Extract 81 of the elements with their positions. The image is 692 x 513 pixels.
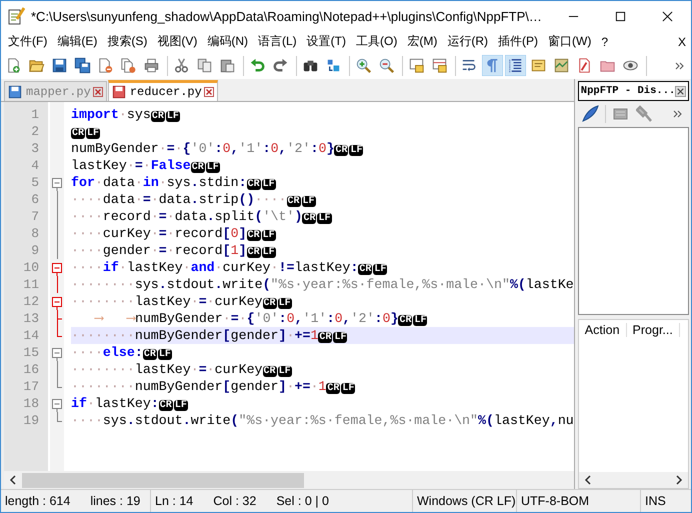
more-icon[interactable] bbox=[675, 60, 685, 70]
code-line: import·sysCR LF bbox=[71, 106, 181, 123]
quill-icon[interactable] bbox=[580, 105, 599, 123]
line-number: 9 bbox=[30, 242, 40, 259]
code-line: for·data·in·sys.stdin:CR LF bbox=[71, 174, 277, 191]
code-line: ····record·=·data.split('\t')CR LF bbox=[71, 208, 332, 225]
line-number: 19 bbox=[22, 412, 40, 429]
save-all-icon[interactable] bbox=[72, 55, 93, 76]
panel-title: NppFTP - Dis... bbox=[580, 85, 676, 97]
menu-item[interactable]: 运行(R) bbox=[442, 33, 493, 50]
length-status: length : 614 bbox=[5, 494, 70, 508]
floppy-icon bbox=[8, 84, 22, 98]
menu-item[interactable]: 编码(N) bbox=[202, 33, 253, 50]
line-number: 12 bbox=[22, 293, 40, 310]
column-header[interactable]: Action bbox=[578, 323, 627, 337]
menu-item[interactable]: 工具(O) bbox=[351, 33, 402, 50]
eol-status: Windows (CR LF) bbox=[417, 494, 516, 508]
line-number: 10 bbox=[22, 259, 40, 276]
menu-item[interactable]: 设置(T) bbox=[302, 33, 351, 50]
line-number: 7 bbox=[30, 208, 40, 225]
queue-list[interactable]: Action Progr... bbox=[578, 319, 690, 489]
maximize-icon[interactable] bbox=[615, 10, 626, 22]
menu-item[interactable]: 语言(L) bbox=[253, 33, 302, 50]
file-tab[interactable]: reducer.py bbox=[108, 80, 218, 101]
code-line: ····gender·=·record[1]CR LF bbox=[71, 242, 277, 259]
floppy-icon bbox=[112, 85, 126, 99]
code-line: ········numByGender[gender]·+=·1CR LF bbox=[71, 378, 356, 395]
code-line: ····sys.stdout.write("%s·year:%s·female,%s·male·\n"%(lastKey,nu bbox=[71, 412, 574, 429]
close-icon[interactable] bbox=[675, 86, 686, 96]
scrollbar-thumb[interactable] bbox=[22, 472, 304, 488]
line-number: 6 bbox=[30, 191, 40, 208]
column-status: Col : 32 bbox=[213, 494, 256, 508]
code-line: ········lastKey·=·curKeyCR LF bbox=[71, 361, 293, 378]
line-number: 8 bbox=[30, 225, 40, 242]
code-line: lastKey·=·FalseCR LF bbox=[71, 157, 221, 174]
line-number: 17 bbox=[22, 378, 40, 395]
code-line: CR LF bbox=[71, 127, 102, 140]
menu-item[interactable]: 编辑(E) bbox=[52, 33, 102, 50]
code-line: numByGender·=·{'0':0,'1':0,'2':0}CR LF bbox=[71, 140, 364, 157]
line-number: 14 bbox=[22, 327, 40, 344]
notepad-icon bbox=[7, 7, 25, 25]
code-line: ····data·=·data.strip()····CR LF bbox=[71, 191, 317, 208]
menu-item[interactable]: 窗口(W) bbox=[543, 33, 596, 50]
line-number: 11 bbox=[22, 276, 40, 293]
menu-item[interactable]: 插件(P) bbox=[493, 33, 543, 50]
server-tree[interactable] bbox=[578, 127, 690, 315]
line-number: 18 bbox=[22, 395, 40, 412]
line-number: 5 bbox=[30, 174, 40, 191]
line-number: 15 bbox=[22, 344, 40, 361]
window-title: *C:\Users\sunyunfeng_shadow\AppData\Roaming\Notepad++\plugins\Config\NppFTP\… bbox=[31, 8, 543, 24]
code-line: ⟶ ⟶numByGender·=·{'0':0,'1':0,'2':0}CR LF bbox=[93, 310, 428, 327]
encoding-status: UTF-8-BOM bbox=[521, 494, 590, 508]
line-number: 13 bbox=[22, 310, 40, 327]
menu-item[interactable]: ? bbox=[596, 34, 614, 48]
selection-status: Sel : 0 | 0 bbox=[276, 494, 329, 508]
menu-item[interactable]: 文件(F) bbox=[3, 33, 52, 50]
line-number: 2 bbox=[30, 123, 40, 140]
line-number: 3 bbox=[30, 140, 40, 157]
insert-mode-status: INS bbox=[645, 494, 666, 508]
lines-status: lines : 19 bbox=[90, 494, 140, 508]
code-line: ····curKey·=·record[0]CR LF bbox=[71, 225, 277, 242]
close-document-button[interactable]: X bbox=[672, 34, 691, 48]
code-line: if·lastKey:CR LF bbox=[71, 395, 189, 412]
menu-item[interactable]: 视图(V) bbox=[152, 33, 202, 50]
line-status: Ln : 14 bbox=[155, 494, 194, 508]
indent-guide-icon[interactable] bbox=[505, 55, 526, 76]
menu-item[interactable]: 宏(M) bbox=[402, 33, 442, 50]
line-number: 1 bbox=[30, 106, 40, 123]
menu-item[interactable]: 搜索(S) bbox=[102, 33, 152, 50]
code-line: ········sys.stdout.write("%s·year:%s·female,%s·male·\n"%(lastKe bbox=[71, 276, 574, 293]
scroll-left-icon[interactable] bbox=[584, 475, 592, 485]
close-icon[interactable] bbox=[662, 10, 673, 22]
column-header[interactable]: Progr... bbox=[626, 323, 680, 337]
scroll-left-icon[interactable] bbox=[9, 475, 17, 485]
code-line: ····if·lastKey·and·curKey·!=lastKey:CR LF bbox=[71, 259, 388, 276]
code-line: ········lastKey·=·curKeyCR LF bbox=[71, 293, 293, 310]
code-line: ····else:CR LF bbox=[71, 344, 173, 361]
more-icon[interactable] bbox=[673, 109, 684, 119]
line-number: 4 bbox=[30, 157, 40, 174]
line-number: 16 bbox=[22, 361, 40, 378]
scroll-right-icon[interactable] bbox=[675, 475, 684, 485]
